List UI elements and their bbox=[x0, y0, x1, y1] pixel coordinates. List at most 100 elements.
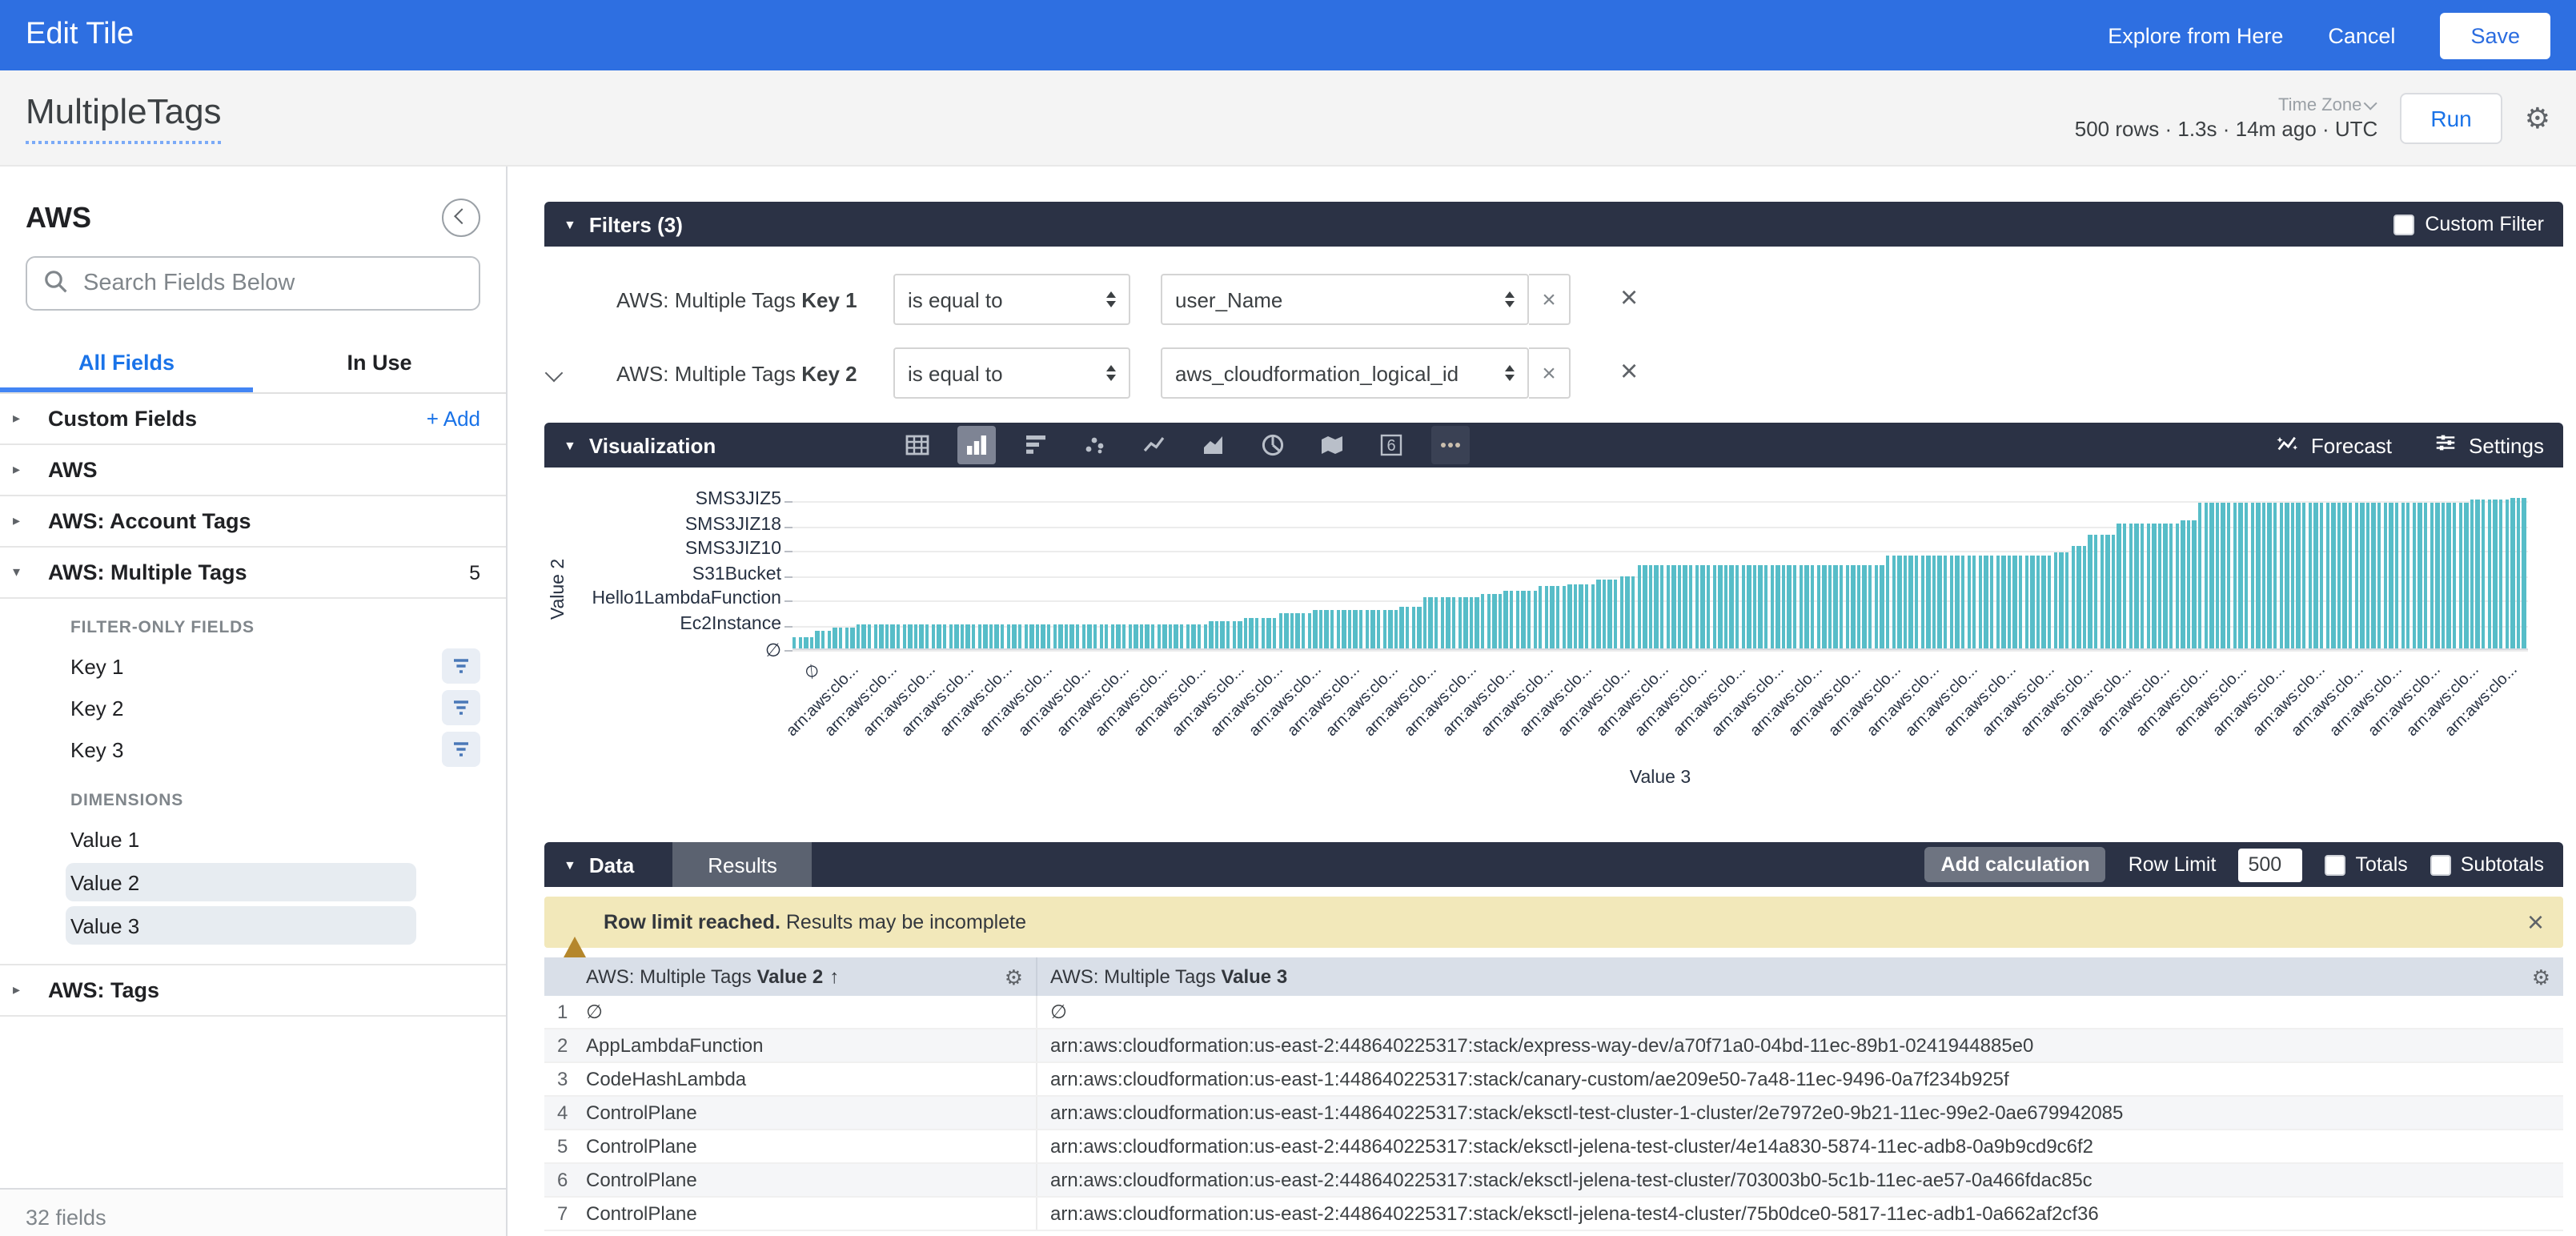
viz-type-map-icon[interactable] bbox=[1313, 426, 1351, 464]
chart-bar[interactable] bbox=[1307, 614, 1311, 648]
chart-bar[interactable] bbox=[1822, 565, 1826, 648]
chart-bar[interactable] bbox=[2510, 498, 2514, 648]
chart-bar[interactable] bbox=[1666, 565, 1670, 648]
filter-operator-select[interactable]: is equal to bbox=[893, 274, 1130, 325]
chart-bar[interactable] bbox=[1886, 556, 1890, 648]
chart-bar[interactable] bbox=[989, 624, 993, 648]
column-header-value2[interactable]: AWS: Multiple Tags Value 2↑ ⚙ bbox=[573, 957, 1037, 996]
chart-bar[interactable] bbox=[2141, 523, 2145, 648]
chart-bar[interactable] bbox=[937, 624, 941, 648]
chart-bar[interactable] bbox=[1614, 580, 1618, 648]
chart-bar[interactable] bbox=[983, 624, 987, 648]
chart-bar[interactable] bbox=[2250, 502, 2254, 648]
chart-bar[interactable] bbox=[1678, 565, 1682, 648]
chart-bar[interactable] bbox=[2320, 502, 2324, 648]
chart-bar[interactable] bbox=[1776, 565, 1780, 648]
chart-bar[interactable] bbox=[1799, 565, 1803, 648]
cell-value3[interactable]: arn:aws:cloudformation:us-east-2:4486402… bbox=[1037, 1135, 2563, 1158]
chart-bar[interactable] bbox=[1458, 597, 1462, 648]
cell-value2[interactable]: ∅ bbox=[573, 996, 1037, 1028]
chart-bar[interactable] bbox=[2302, 502, 2306, 648]
filter-icon[interactable] bbox=[442, 648, 480, 684]
chart-bar[interactable] bbox=[1660, 565, 1664, 648]
chart-bar[interactable] bbox=[850, 628, 854, 648]
chart-bar[interactable] bbox=[1348, 610, 1352, 648]
chart-bar[interactable] bbox=[1544, 587, 1548, 649]
chart-bar[interactable] bbox=[2048, 556, 2052, 648]
chart-bar[interactable] bbox=[1689, 565, 1693, 648]
chart-bar[interactable] bbox=[1081, 624, 1085, 648]
chart-bar[interactable] bbox=[2435, 502, 2439, 648]
custom-filter-checkbox[interactable] bbox=[2393, 214, 2413, 235]
chart-bar[interactable] bbox=[1024, 624, 1028, 648]
chart-bar[interactable] bbox=[1759, 565, 1763, 648]
cell-value2[interactable]: ControlPlane bbox=[573, 1097, 1037, 1129]
sidebar-item-aws-account-tags[interactable]: ▸AWS: Account Tags bbox=[0, 496, 506, 548]
chart-bar[interactable] bbox=[2123, 523, 2127, 648]
table-row[interactable]: 4ControlPlanearn:aws:cloudformation:us-e… bbox=[544, 1097, 2563, 1130]
viz-type-bar-icon[interactable] bbox=[1017, 426, 1055, 464]
chart-bar[interactable] bbox=[1250, 617, 1254, 648]
chart-bar[interactable] bbox=[943, 624, 947, 648]
chart-bar[interactable] bbox=[1354, 610, 1358, 648]
column-gear-icon[interactable]: ⚙ bbox=[2532, 966, 2550, 987]
chart-bar[interactable] bbox=[1608, 580, 1612, 648]
totals-checkbox[interactable] bbox=[2325, 854, 2345, 875]
cancel-button[interactable]: Cancel bbox=[2328, 23, 2395, 47]
chart-bar[interactable] bbox=[1110, 624, 1114, 648]
table-row[interactable]: 2AppLambdaFunctionarn:aws:cloudformation… bbox=[544, 1029, 2563, 1063]
tab-in-use[interactable]: In Use bbox=[253, 336, 506, 392]
viz-type-more-icon[interactable] bbox=[1431, 426, 1470, 464]
chart-bar[interactable] bbox=[2152, 523, 2156, 648]
chart-bar[interactable] bbox=[2117, 523, 2121, 648]
chart-bar[interactable] bbox=[1302, 614, 1306, 648]
viz-settings-button[interactable]: Settings bbox=[2434, 431, 2544, 459]
chart-bar[interactable] bbox=[1463, 597, 1467, 648]
chart-bar[interactable] bbox=[1926, 556, 1930, 648]
chart-bar[interactable] bbox=[1487, 594, 1491, 648]
chart-bar[interactable] bbox=[2036, 556, 2040, 648]
data-section-header[interactable]: ▼ Data Results Add calculation Row Limit… bbox=[544, 842, 2563, 887]
forecast-button[interactable]: Forecast bbox=[2276, 431, 2392, 459]
sidebar-item-custom-fields[interactable]: ▸Custom Fields+ Add bbox=[0, 394, 506, 445]
cell-value3[interactable]: arn:aws:cloudformation:us-east-2:4486402… bbox=[1037, 1169, 2563, 1191]
column-gear-icon[interactable]: ⚙ bbox=[1005, 966, 1023, 987]
chart-bar[interactable] bbox=[2349, 502, 2353, 648]
viz-type-line-icon[interactable] bbox=[1135, 426, 1174, 464]
chart-bar[interactable] bbox=[2024, 556, 2028, 648]
chart-bar[interactable] bbox=[1290, 614, 1294, 648]
field-item-key-3[interactable]: Key 3 bbox=[0, 730, 506, 768]
chart-bar[interactable] bbox=[1400, 608, 1404, 648]
chart-bar[interactable] bbox=[2204, 502, 2208, 648]
chart-bar[interactable] bbox=[1018, 624, 1022, 648]
chart-bar[interactable] bbox=[1527, 590, 1531, 648]
chart-bar[interactable] bbox=[954, 624, 958, 648]
chart-bar[interactable] bbox=[961, 624, 965, 648]
chart-bar[interactable] bbox=[931, 624, 935, 648]
chart-bar[interactable] bbox=[1325, 610, 1329, 648]
chart-bar[interactable] bbox=[2013, 556, 2017, 648]
chart-bar[interactable] bbox=[2291, 502, 2295, 648]
chart-bar[interactable] bbox=[2239, 502, 2243, 648]
chart-bar[interactable] bbox=[914, 624, 918, 648]
chart-bar[interactable] bbox=[2268, 502, 2272, 648]
chart-bar[interactable] bbox=[1215, 621, 1219, 648]
chart-bar[interactable] bbox=[862, 624, 866, 648]
cell-value2[interactable]: ControlPlane bbox=[573, 1164, 1037, 1196]
chart-bar[interactable] bbox=[2482, 500, 2486, 648]
filter-icon[interactable] bbox=[442, 690, 480, 725]
search-input[interactable] bbox=[83, 271, 463, 296]
chart-bar[interactable] bbox=[2285, 502, 2289, 648]
chart-bar[interactable] bbox=[2331, 502, 2335, 648]
chart-bar[interactable] bbox=[1499, 594, 1503, 648]
chart-bar[interactable] bbox=[1515, 590, 1519, 648]
row-limit-input[interactable] bbox=[2238, 848, 2302, 881]
chart-bar[interactable] bbox=[2019, 556, 2023, 648]
clear-filter-value-button[interactable]: × bbox=[1529, 274, 1571, 325]
chart-bar[interactable] bbox=[1683, 565, 1687, 648]
chart-bar[interactable] bbox=[1741, 565, 1745, 648]
chart-bar[interactable] bbox=[2181, 520, 2185, 648]
chart-bar[interactable] bbox=[1897, 556, 1901, 648]
chart-bar[interactable] bbox=[1053, 624, 1057, 648]
chart-bar[interactable] bbox=[1226, 621, 1230, 648]
